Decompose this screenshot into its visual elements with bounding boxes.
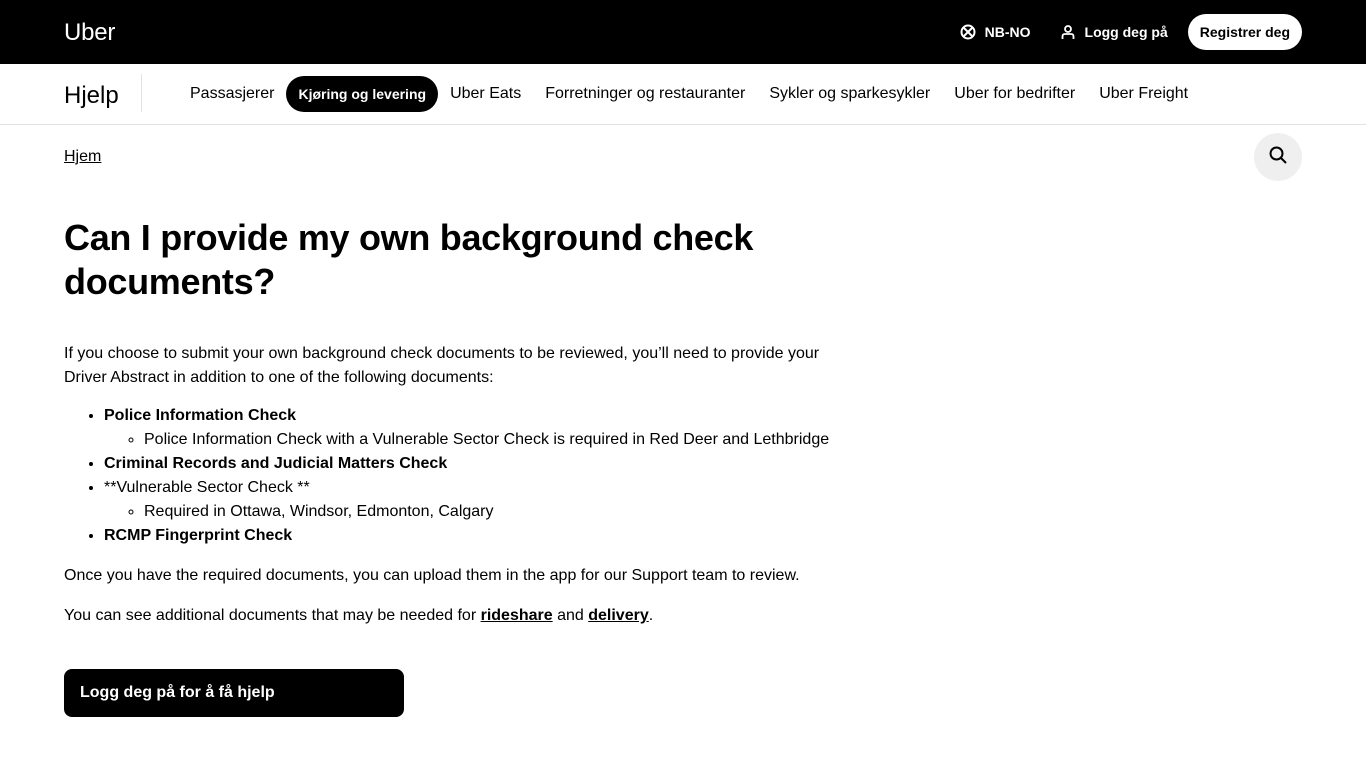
page-title: Can I provide my own background check do…	[64, 217, 754, 302]
list-item: **Vulnerable Sector Check ** Required in…	[104, 476, 844, 524]
list-item-label: Criminal Records and Judicial Matters Ch…	[104, 455, 448, 472]
top-right-actions: NB-NO Logg deg på Registrer deg	[959, 14, 1302, 50]
para-text: You can see additional documents that ma…	[64, 607, 481, 624]
rideshare-link[interactable]: rideshare	[481, 607, 553, 624]
documents-list: Police Information Check Police Informat…	[64, 404, 844, 548]
list-item: Criminal Records and Judicial Matters Ch…	[104, 452, 844, 476]
nav-tabs: Passasjerer Kjøring og levering Uber Eat…	[178, 76, 1200, 112]
para-text: .	[648, 607, 654, 624]
tab-uber-for-bedrifter[interactable]: Uber for bedrifter	[942, 76, 1087, 112]
search-icon	[1268, 145, 1288, 170]
breadcrumb-home[interactable]: Hjem	[64, 148, 101, 166]
register-button[interactable]: Registrer deg	[1187, 14, 1302, 50]
tab-sykler-og-sparkesykler[interactable]: Sykler og sparkesykler	[757, 76, 942, 112]
help-title[interactable]: Hjelp	[64, 82, 119, 110]
list-item-label: RCMP Fingerprint Check	[104, 527, 293, 544]
upload-paragraph: Once you have the required documents, yo…	[64, 567, 800, 584]
list-item: Police Information Check Police Informat…	[104, 404, 844, 452]
article-intro: If you choose to submit your own backgro…	[64, 345, 820, 386]
nav-divider	[141, 74, 142, 112]
help-nav: Hjelp Passasjerer Kjøring og levering Ub…	[0, 64, 1366, 125]
sub-list: Required in Ottawa, Windsor, Edmonton, C…	[104, 500, 844, 524]
login-for-help-button[interactable]: Logg deg på for å få hjelp	[64, 669, 404, 717]
uber-logo[interactable]: Uber	[64, 19, 115, 47]
tab-uber-freight[interactable]: Uber Freight	[1087, 76, 1200, 112]
login-link[interactable]: Logg deg på	[1059, 23, 1168, 41]
tab-passasjerer[interactable]: Passasjerer	[178, 76, 286, 112]
sub-list: Police Information Check with a Vulnerab…	[104, 428, 844, 452]
list-item: RCMP Fingerprint Check	[104, 524, 844, 548]
search-button[interactable]	[1254, 133, 1302, 181]
para-text: and	[552, 607, 589, 624]
additional-docs-paragraph: You can see additional documents that ma…	[64, 604, 844, 628]
tab-uber-eats[interactable]: Uber Eats	[438, 76, 533, 112]
tab-kjoring-og-levering[interactable]: Kjøring og levering	[286, 76, 439, 112]
language-selector[interactable]: NB-NO	[959, 23, 1031, 41]
article-body: If you choose to submit your own backgro…	[64, 342, 844, 644]
person-icon	[1059, 23, 1077, 41]
sub-list-item: Required in Ottawa, Windsor, Edmonton, C…	[144, 500, 844, 524]
tab-forretninger-og-restauranter[interactable]: Forretninger og restauranter	[533, 76, 757, 112]
globe-icon	[959, 23, 977, 41]
list-item-label: Police Information Check	[104, 407, 297, 424]
list-item-label: **Vulnerable Sector Check **	[104, 479, 310, 496]
login-label: Logg deg på	[1084, 24, 1168, 40]
top-bar: Uber NB-NO Logg deg på Registrer deg	[0, 0, 1366, 64]
language-label: NB-NO	[984, 24, 1031, 40]
delivery-link[interactable]: delivery	[588, 607, 648, 624]
sub-list-item: Police Information Check with a Vulnerab…	[144, 428, 844, 452]
